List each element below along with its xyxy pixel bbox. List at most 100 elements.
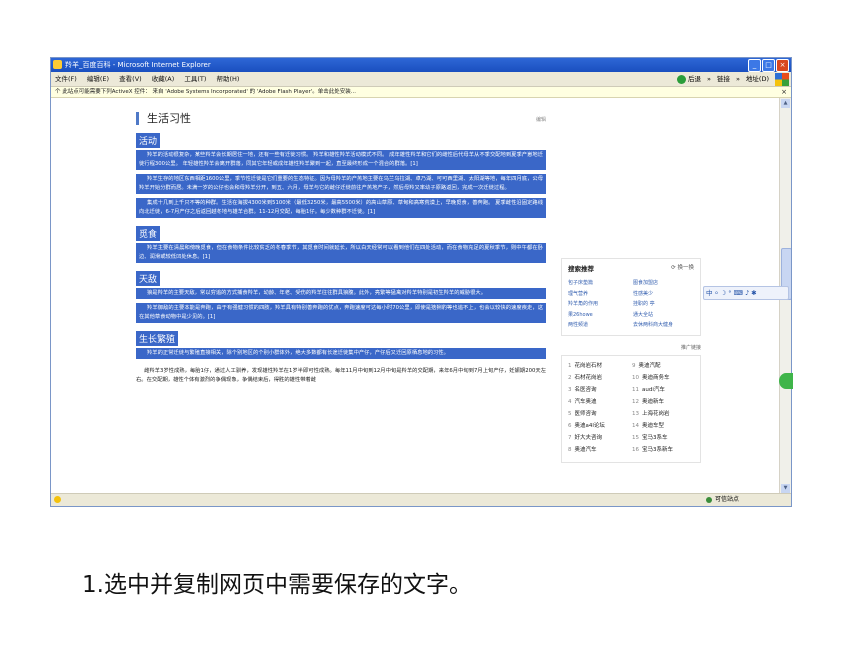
more-arrows[interactable]: » [707, 72, 711, 86]
rank-text: 上海花岗岩 [642, 410, 670, 417]
activex-infobar[interactable]: 个 此站点可能需要下列ActiveX 控件： 来自 'Adobe Systems… [51, 87, 791, 98]
menu-file[interactable]: 文件(F) [55, 75, 77, 83]
paragraph: 羚羊的正常迁徙与繁殖直接相关，除个别地区的个别小群体外，绝大多数都有长途迁徙集中… [136, 348, 546, 359]
back-button[interactable]: 后退 [676, 72, 701, 86]
recommend-link[interactable]: 果26howe [568, 310, 629, 321]
rank-number: 4 [568, 398, 572, 405]
recommend-link[interactable]: 图食加盟店 [633, 278, 694, 289]
ad-label: 推广链接 [680, 344, 701, 351]
rank-number: 13 [632, 410, 639, 417]
recommend-link[interactable]: 理气营养 [568, 289, 629, 300]
recommend-link[interactable]: 羚羊角的作用 [568, 299, 629, 310]
rank-text: audi汽车 [642, 386, 665, 393]
rank-item[interactable]: 13 上海花岗岩 [632, 408, 694, 420]
rank-item[interactable]: 2 石材花岗岩 [568, 372, 630, 384]
scroll-down-icon[interactable]: ▼ [781, 484, 790, 493]
rank-text: 医师咨询 [574, 410, 597, 417]
rank-text: 奥迪a4l论坛 [574, 422, 605, 429]
search-recommend-box: 搜索推荐 ⟳ 换一换 包子床垫篇 图食加盟店 理气营养 性感美少 羚羊角的作用 … [561, 258, 701, 336]
heading-breed: 生长繁殖 [136, 331, 179, 346]
scroll-up-icon[interactable]: ▲ [781, 99, 790, 108]
sidebar: 搜索推荐 ⟳ 换一换 包子床垫篇 图食加盟店 理气营养 性感美少 羚羊角的作用 … [561, 258, 701, 463]
security-zone: 可信站点 [706, 494, 739, 506]
infobar-close-icon[interactable]: × [781, 87, 787, 97]
trusted-zone-icon [706, 496, 712, 503]
ime-toolbar[interactable]: 中 ⸰ ☽ ° ⌨ ♪ ✱ [703, 286, 789, 300]
paragraph: 羚羊主要在清晨和傍晚觅食，但在食物条件比较贫乏的冬春季节，其觅食时间就延长，所以… [136, 243, 546, 263]
window-title: 羚羊_百度百科 - Microsoft Internet Explorer [65, 61, 211, 69]
rank-number: 11 [632, 386, 639, 393]
edit-link[interactable]: 编辑 [536, 114, 546, 127]
rank-number: 1 [568, 362, 572, 369]
rank-item[interactable]: 16 宝马3系新车 [632, 444, 694, 456]
rank-text: 宝马3系新车 [642, 446, 673, 453]
recommend-link[interactable]: 挂职的 亭 [633, 299, 694, 310]
windows-logo-icon [775, 72, 789, 86]
close-button[interactable]: × [776, 59, 789, 72]
rank-number: 2 [568, 374, 572, 381]
rank-number: 15 [632, 434, 639, 441]
rank-number: 16 [632, 446, 639, 453]
rank-item[interactable]: 12 奥迪新车 [632, 396, 694, 408]
paragraph: 集成十几到上千只不等的种群。生活在海拔4300米到5100米（最低3250米，最… [136, 198, 546, 218]
status-bar: 可信站点 [51, 493, 791, 506]
rank-item[interactable]: 11 audi汽车 [632, 384, 694, 396]
rank-item[interactable]: 1 花岗岩石材 [568, 360, 630, 372]
rank-item[interactable]: 6 奥迪a4l论坛 [568, 420, 630, 432]
rank-item[interactable]: 8 奥迪汽车 [568, 444, 630, 456]
rank-text: 奥迪汽车 [574, 446, 597, 453]
rank-text: 石材花岗岩 [574, 374, 603, 381]
menu-tools[interactable]: 工具(T) [184, 75, 206, 83]
rank-item[interactable]: 10 奥迪商务车 [632, 372, 694, 384]
swap-link[interactable]: ⟳ 换一换 [671, 263, 694, 271]
rank-text: 奥迪商务车 [642, 374, 670, 381]
rank-item[interactable]: 15 宝马3系车 [632, 432, 694, 444]
menu-view[interactable]: 查看(V) [119, 75, 142, 83]
rank-number: 7 [568, 434, 572, 441]
rank-item[interactable]: 9 奥迪汽配 [632, 360, 694, 372]
menu-bar: 文件(F) 编辑(E) 查看(V) 收藏(A) 工具(T) 帮助(H) 后退 »… [51, 72, 791, 87]
recommend-link[interactable]: 两性频道 [568, 320, 629, 331]
rank-number: 5 [568, 410, 572, 417]
rank-item[interactable]: 4 汽车奥迪 [568, 396, 630, 408]
menu-help[interactable]: 帮助(H) [217, 75, 240, 83]
ad-rank-list: 1 花岗岩石材 9 奥迪汽配 2 石材花岗岩 10 奥迪商务车 3 名医咨询 11 audi汽车 4 汽车… [561, 354, 701, 463]
heading-food: 觅食 [136, 226, 161, 241]
address-label[interactable]: 地址(D) [746, 72, 769, 86]
rank-item[interactable]: 7 好大夫咨询 [568, 432, 630, 444]
links-toolbar[interactable]: 链接 [717, 72, 730, 86]
rank-item[interactable]: 14 奥迪车型 [632, 420, 694, 432]
rank-text: 花岗岩石材 [574, 362, 603, 369]
menu-favorites[interactable]: 收藏(A) [152, 75, 175, 83]
heading-activity: 活动 [136, 133, 161, 148]
floating-widget-icon[interactable] [779, 373, 793, 389]
infobar-text: 个 此站点可能需要下列ActiveX 控件： 来自 'Adobe Systems… [55, 89, 357, 95]
rank-text: 奥迪新车 [642, 398, 665, 405]
recommend-link[interactable]: 包子床垫篇 [568, 278, 629, 289]
rank-number: 12 [632, 398, 639, 405]
rank-number: 10 [632, 374, 639, 381]
rank-number: 6 [568, 422, 572, 429]
rank-number: 8 [568, 446, 572, 453]
rank-item[interactable]: 5 医师咨询 [568, 408, 630, 420]
paragraph: 狼是羚羊的主要天敌，常以穷追的方式捕食羚羊，幼龄、年老、受伤的羚羊往往群具狼腹。… [136, 288, 546, 299]
recommend-link[interactable]: 去休两科商大健身 [633, 320, 694, 331]
rank-text: 好大夫咨询 [574, 434, 603, 441]
heading-enemy: 天敌 [136, 271, 161, 286]
slide-caption: 1.选中并复制网页中需要保存的文字。 [82, 572, 472, 598]
section-title: 生活习性 编辑 [136, 112, 546, 125]
more-arrows-2[interactable]: » [736, 72, 740, 86]
recommend-link[interactable]: 性感美少 [633, 289, 694, 300]
menu-edit[interactable]: 编辑(E) [87, 75, 109, 83]
article: 生活习性 编辑 活动 羚羊的活动很复杂，某些羚羊会长期居住一地，还有一些有迁徙习… [136, 102, 546, 385]
rank-item[interactable]: 3 名医咨询 [568, 384, 630, 396]
paragraph-unselected: 雌羚羊3岁性成熟，每胎1仔，通过人工驯养，发现雄性羚羊在1岁半即可性成熟。每年1… [136, 368, 546, 383]
browser-screenshot: 羚羊_百度百科 - Microsoft Internet Explorer _ … [50, 57, 792, 507]
page-content: 生活习性 编辑 活动 羚羊的活动很复杂，某些羚羊会长期居住一地，还有一些有迁徙习… [51, 98, 779, 494]
maximize-button[interactable]: □ [762, 59, 775, 72]
rank-text: 汽车奥迪 [574, 398, 597, 405]
paragraph: 羚羊御敌的主要本能是奔跑，由于有强健习惯的四肢，羚羊具有特别善奔跑的优点，奔跑速… [136, 303, 546, 323]
ie-app-icon [53, 60, 62, 69]
recommend-link[interactable]: 通大全站 [633, 310, 694, 321]
minimize-button[interactable]: _ [748, 59, 761, 72]
